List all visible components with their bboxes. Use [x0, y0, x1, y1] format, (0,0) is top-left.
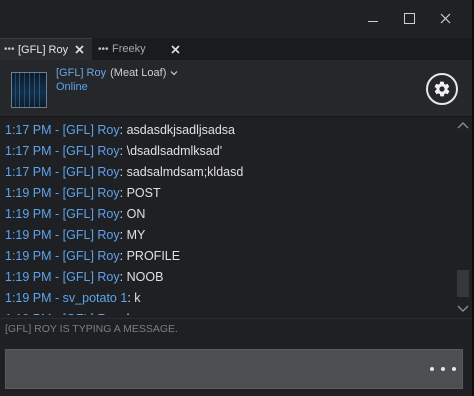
message-row: 1:19 PM - [GFL] Roy: NOOB: [5, 269, 163, 285]
scrollbar-thumb[interactable]: [457, 270, 469, 297]
message-time: 1:19 PM: [5, 186, 52, 200]
message-separator: -: [51, 270, 63, 284]
message-text: k: [134, 291, 141, 305]
tab-label: [GFL] Roy: [18, 43, 69, 56]
message-input[interactable]: [6, 350, 426, 388]
message-separator: -: [51, 249, 63, 263]
chevron-up-icon[interactable]: [457, 121, 469, 131]
message-separator: -: [51, 186, 63, 200]
message-separator: -: [51, 228, 63, 242]
more-options-button[interactable]: [430, 359, 456, 379]
tab-close-button[interactable]: [72, 42, 86, 57]
message-separator: -: [51, 144, 63, 158]
message-sender[interactable]: [GFL] Roy: [63, 186, 120, 200]
message-text: ON: [126, 207, 146, 221]
dot: [430, 367, 434, 371]
maximize-icon: [403, 12, 415, 24]
drag-handle-icon[interactable]: •••: [4, 44, 18, 55]
message-colon: :: [119, 207, 127, 221]
message-sender[interactable]: [GFL] Roy: [63, 144, 120, 158]
friend-name: [GFL] Roy: [56, 67, 107, 79]
message-sender[interactable]: [GFL] Roy: [63, 312, 120, 315]
message-time: 1:17 PM: [5, 144, 52, 158]
message-row: 1:19 PM - [GFL] Roy: PROFILE: [5, 248, 180, 264]
close-icon: [440, 13, 450, 23]
title-bar: [0, 0, 472, 38]
message-separator: -: [52, 312, 63, 315]
message-sender[interactable]: [GFL] Roy: [63, 270, 120, 284]
message-list[interactable]: 1:17 PM - [GFL] Roy: asdasdkjsadljsadsa 1…: [0, 117, 454, 315]
message-colon: :: [119, 165, 127, 179]
message-time: 1:19 PM: [5, 249, 52, 263]
message-text: \dsadlsadmlksad': [126, 144, 223, 158]
message-row: 1:17 PM - [GFL] Roy: asdasdkjsadljsadsa: [5, 122, 235, 138]
message-separator: -: [51, 207, 63, 221]
message-separator: -: [51, 291, 63, 305]
message-colon: :: [120, 312, 127, 315]
maximize-button[interactable]: [392, 4, 426, 32]
message-separator: -: [51, 165, 63, 179]
drag-handle-icon[interactable]: •••: [98, 44, 112, 55]
message-text: k: [127, 312, 133, 315]
tab-close-button[interactable]: [168, 42, 182, 57]
message-colon: :: [119, 144, 127, 158]
message-time: 1:19 PM: [5, 291, 52, 305]
tab-gfl-roy[interactable]: ••• [GFL] Roy: [0, 38, 92, 60]
message-row: 1:19 PM - sv_potato 1: k: [5, 290, 141, 306]
minimize-button[interactable]: [356, 4, 390, 32]
friend-header: [GFL] Roy (Meat Loaf) Online: [0, 60, 472, 117]
friend-status: Online: [56, 81, 88, 93]
chevron-down-icon[interactable]: [457, 303, 469, 313]
message-colon: :: [119, 186, 127, 200]
close-icon: [170, 44, 180, 54]
message-sender[interactable]: sv_potato 1: [63, 291, 128, 305]
message-colon: :: [119, 249, 127, 263]
message-row: 1:17 PM - [GFL] Roy: sadsalmdsam;kldasd: [5, 164, 243, 180]
typing-indicator: [GFL] ROY IS TYPING A MESSAGE.: [0, 318, 472, 340]
message-colon: :: [119, 123, 127, 137]
message-sender[interactable]: [GFL] Roy: [63, 165, 120, 179]
message-colon: :: [119, 270, 127, 284]
tab-freeky[interactable]: ••• Freeky: [94, 38, 188, 60]
message-time: 1:19 PM: [5, 228, 52, 242]
message-composer: [5, 349, 463, 389]
settings-button[interactable]: [426, 73, 458, 105]
scrollbar[interactable]: [454, 117, 472, 318]
message-sender[interactable]: [GFL] Roy: [63, 249, 120, 263]
message-row: 1:17 PM - [GFL] Roy: \dsadlsadmlksad': [5, 143, 222, 159]
close-icon: [74, 45, 84, 54]
message-time: 1:17 PM: [5, 123, 52, 137]
dot: [452, 367, 456, 371]
message-row: 1:19 PM - [GFL] Roy: k: [5, 311, 133, 315]
message-text: sadsalmdsam;kldasd: [126, 165, 244, 179]
message-time: 1:17 PM: [5, 165, 52, 179]
message-sender[interactable]: [GFL] Roy: [63, 207, 120, 221]
chevron-down-icon: [170, 71, 178, 76]
message-text: NOOB: [126, 270, 164, 284]
minimize-icon: [368, 20, 378, 22]
message-text: asdasdkjsadljsadsa: [126, 123, 235, 137]
tab-strip: ••• [GFL] Roy ••• Freeky: [0, 38, 472, 60]
message-time: 1:19 PM: [5, 312, 52, 315]
message-colon: :: [119, 228, 127, 242]
message-separator: -: [51, 123, 63, 137]
chat-window: ••• [GFL] Roy ••• Freeky [GFL] Roy (Meat…: [0, 0, 472, 396]
dot: [441, 367, 445, 371]
avatar[interactable]: [11, 72, 47, 108]
message-time: 1:19 PM: [5, 270, 52, 284]
message-row: 1:19 PM - [GFL] Roy: POST: [5, 185, 161, 201]
message-sender[interactable]: [GFL] Roy: [63, 228, 120, 242]
message-row: 1:19 PM - [GFL] Roy: MY: [5, 227, 145, 243]
message-text: PROFILE: [126, 249, 181, 263]
message-row: 1:19 PM - [GFL] Roy: ON: [5, 206, 145, 222]
gear-icon: [434, 81, 450, 97]
close-window-button[interactable]: [428, 4, 462, 32]
friend-nickname: (Meat Loaf): [110, 67, 167, 79]
message-text: POST: [126, 186, 161, 200]
tab-label: Freeky: [112, 43, 146, 55]
message-sender[interactable]: [GFL] Roy: [63, 123, 120, 137]
message-time: 1:19 PM: [5, 207, 52, 221]
friend-name-dropdown[interactable]: [GFL] Roy (Meat Loaf): [56, 67, 178, 79]
message-text: MY: [126, 228, 146, 242]
